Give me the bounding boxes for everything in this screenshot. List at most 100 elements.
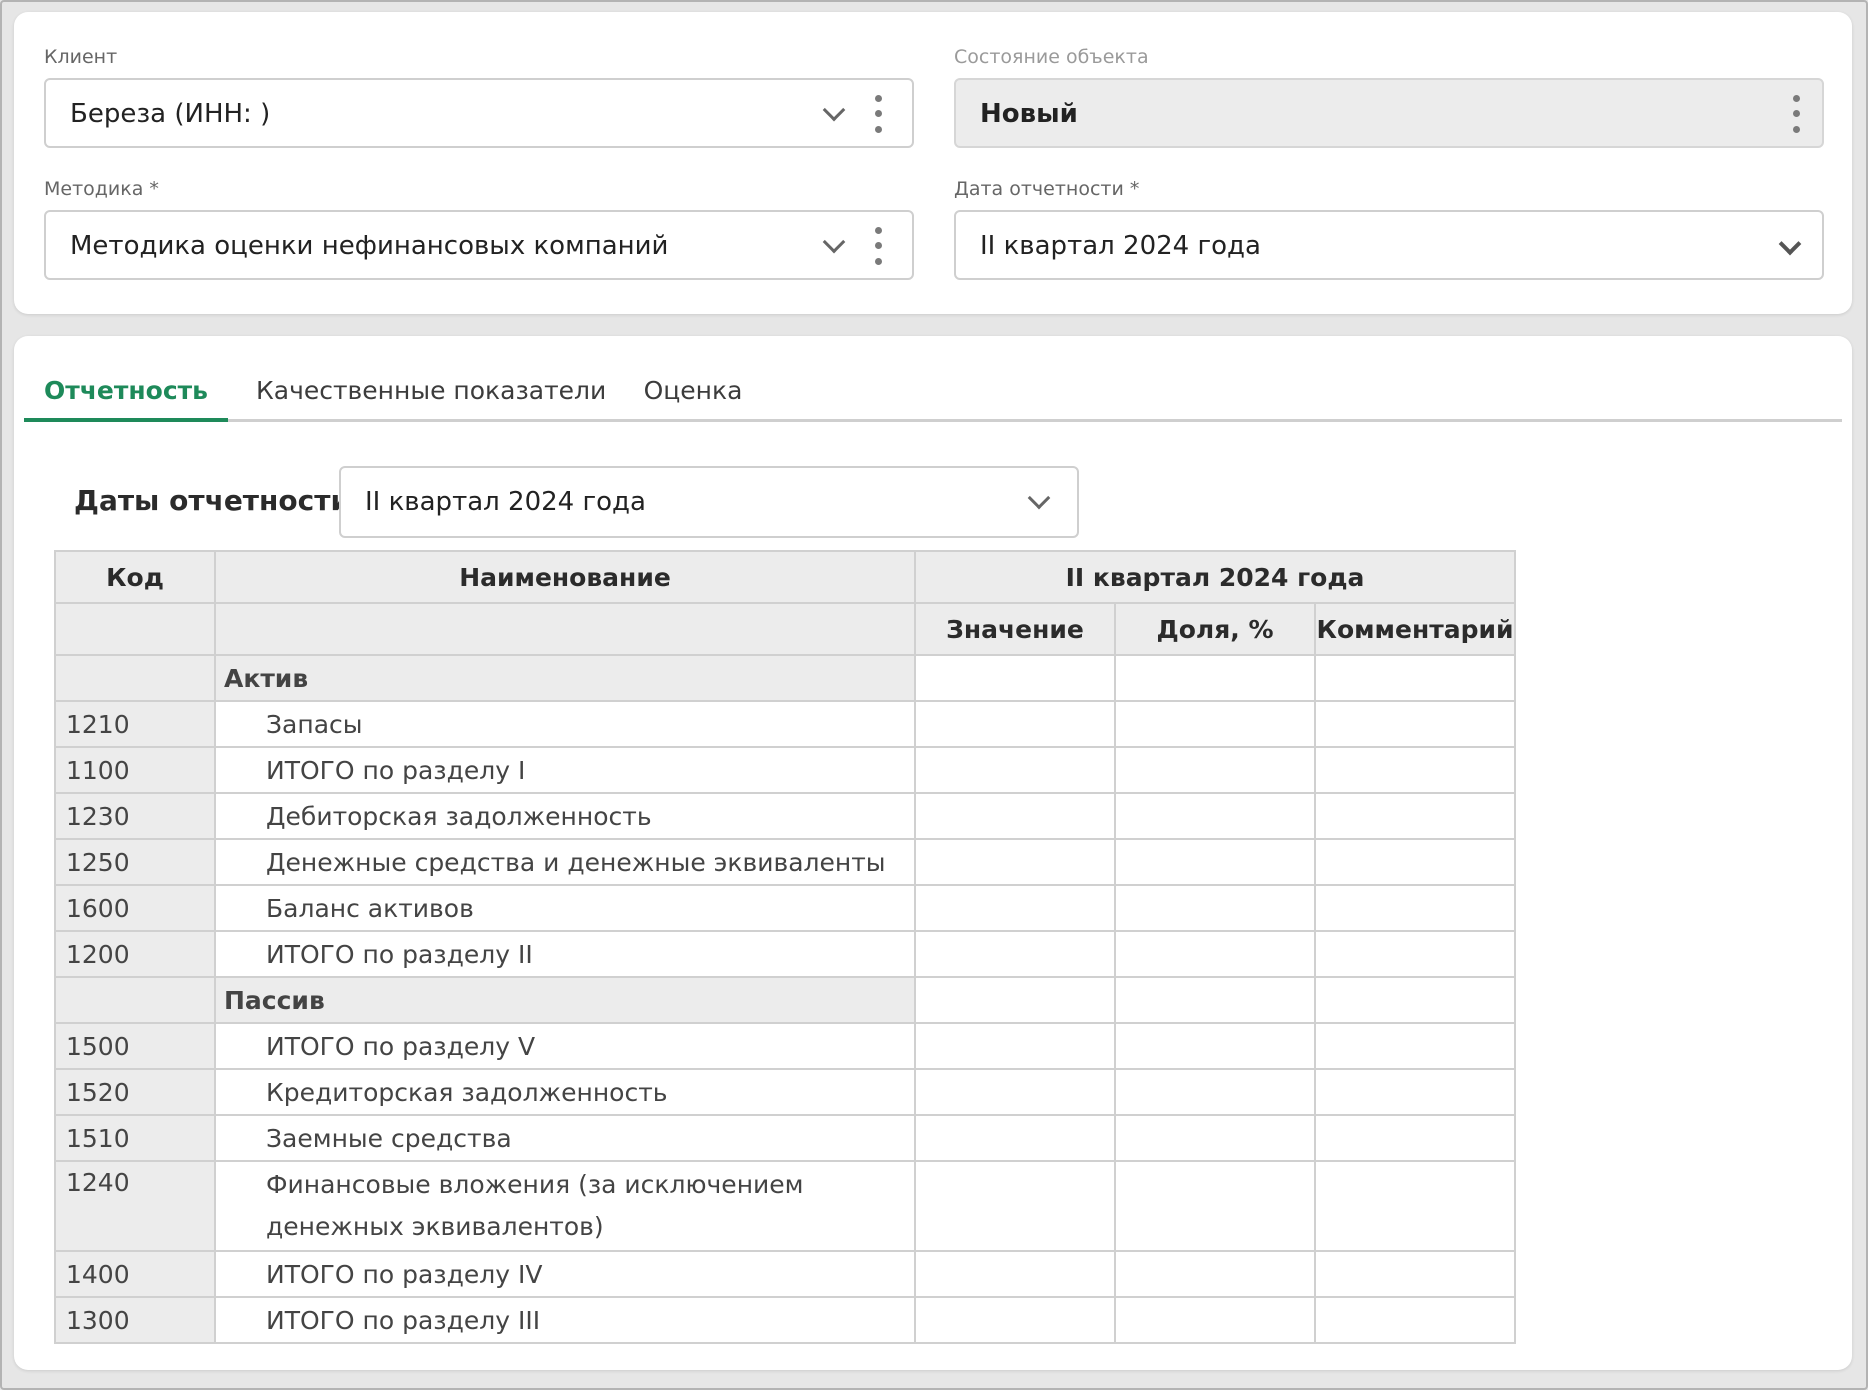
more-vertical-icon[interactable] [866,91,890,137]
comment-cell[interactable] [1313,1022,1517,1070]
table-row: 1250 Денежные средства и денежные эквива… [54,838,1517,886]
tab-reporting[interactable]: Отчетность [24,360,228,422]
methodology-value: Методика оценки нефинансовых компаний [70,231,669,261]
comment-cell[interactable] [1313,838,1517,886]
header-name-blank [214,602,916,656]
value-cell[interactable] [914,1250,1116,1298]
comment-cell[interactable] [1313,1160,1517,1252]
share-cell[interactable] [1114,1296,1316,1344]
client-select[interactable]: Береза (ИНН: ) [44,78,914,148]
share-cell[interactable] [1114,884,1316,932]
header-value: Значение [914,602,1116,656]
comment-cell[interactable] [1313,654,1517,702]
methodology-select[interactable]: Методика оценки нефинансовых компаний [44,210,914,280]
row-name: Денежные средства и денежные эквиваленты [214,838,916,886]
comment-cell[interactable] [1313,930,1517,978]
row-name: ИТОГО по разделу III [214,1296,916,1344]
header-share: Доля, % [1114,602,1316,656]
comment-cell[interactable] [1313,1296,1517,1344]
value-cell[interactable] [914,1022,1116,1070]
comment-cell[interactable] [1313,700,1517,748]
share-cell[interactable] [1114,1068,1316,1116]
row-code: 1520 [54,1068,216,1116]
object-state-label: Состояние объекта [954,46,1149,68]
value-cell[interactable] [914,1114,1116,1162]
comment-cell[interactable] [1313,746,1517,794]
tab-assessment[interactable]: Оценка [628,360,758,422]
object-state-field: Состояние объекта Новый [954,46,1824,150]
share-cell[interactable] [1114,1160,1316,1252]
section-code-cell [54,976,216,1024]
value-cell[interactable] [914,884,1116,932]
table-row: 1520 Кредиторская задолженность [54,1068,1517,1116]
row-code: 1100 [54,746,216,794]
share-cell[interactable] [1114,1022,1316,1070]
dates-filter-label: Даты отчетности [74,484,351,517]
share-cell[interactable] [1114,1250,1316,1298]
table-row: 1210 Запасы [54,700,1517,748]
header-comment: Комментарий [1313,602,1517,656]
value-cell[interactable] [914,976,1116,1024]
share-cell[interactable] [1114,792,1316,840]
value-cell[interactable] [914,700,1116,748]
share-cell[interactable] [1114,654,1316,702]
table-row: 1200 ИТОГО по разделу II [54,930,1517,978]
comment-cell[interactable] [1313,1114,1517,1162]
share-cell[interactable] [1114,746,1316,794]
header-code: Код [54,550,216,604]
header-period: II квартал 2024 года [913,550,1517,604]
value-cell[interactable] [914,1068,1116,1116]
object-state-value: Новый [980,99,1078,129]
report-table: Код Наименование II квартал 2024 года Зн… [54,550,1517,1344]
table-row: 1600 Баланс активов [54,884,1517,932]
row-name: Кредиторская задолженность [214,1068,916,1116]
row-name: ИТОГО по разделу V [214,1022,916,1070]
row-name: ИТОГО по разделу II [214,930,916,978]
object-form-card: Клиент Береза (ИНН: ) Состояние объекта … [14,12,1852,314]
section-row: Пассив [54,976,1517,1024]
value-cell[interactable] [914,1296,1116,1344]
comment-cell[interactable] [1313,884,1517,932]
value-cell[interactable] [914,746,1116,794]
chevron-down-icon[interactable] [822,230,846,254]
dates-filter-select[interactable]: II квартал 2024 года [339,466,1079,538]
chevron-down-icon[interactable] [1778,232,1802,256]
row-code: 1200 [54,930,216,978]
chevron-down-icon[interactable] [822,98,846,122]
value-cell[interactable] [914,792,1116,840]
value-cell[interactable] [914,654,1116,702]
comment-cell[interactable] [1313,1250,1517,1298]
share-cell[interactable] [1114,1114,1316,1162]
reporting-card: Отчетность Качественные показатели Оценк… [14,336,1852,1370]
header-name: Наименование [214,550,916,604]
table-row: 1100 ИТОГО по разделу I [54,746,1517,794]
row-name: Дебиторская задолженность [214,792,916,840]
report-date-select[interactable]: II квартал 2024 года [954,210,1824,280]
comment-cell[interactable] [1313,976,1517,1024]
methodology-field: Методика * Методика оценки нефинансовых … [44,178,914,282]
comment-cell[interactable] [1313,1068,1517,1116]
comment-cell[interactable] [1313,792,1517,840]
row-name: Заемные средства [214,1114,916,1162]
value-cell[interactable] [914,838,1116,886]
row-code: 1300 [54,1296,216,1344]
share-cell[interactable] [1114,838,1316,886]
table-row: 1400 ИТОГО по разделу IV [54,1250,1517,1298]
share-cell[interactable] [1114,976,1316,1024]
value-cell[interactable] [914,930,1116,978]
row-name: ИТОГО по разделу IV [214,1250,916,1298]
row-code: 1600 [54,884,216,932]
report-date-value: II квартал 2024 года [980,231,1261,261]
client-field: Клиент Береза (ИНН: ) [44,46,914,150]
share-cell[interactable] [1114,930,1316,978]
share-cell[interactable] [1114,700,1316,748]
table-row: 1500 ИТОГО по разделу V [54,1022,1517,1070]
chevron-down-icon[interactable] [1027,486,1051,510]
row-name: Запасы [214,700,916,748]
tab-qualitative-indicators[interactable]: Качественные показатели [256,360,606,422]
row-code: 1240 [54,1160,216,1252]
more-vertical-icon[interactable] [1784,91,1808,137]
more-vertical-icon[interactable] [866,223,890,269]
value-cell[interactable] [914,1160,1116,1252]
dates-filter-value: II квартал 2024 года [365,487,646,517]
